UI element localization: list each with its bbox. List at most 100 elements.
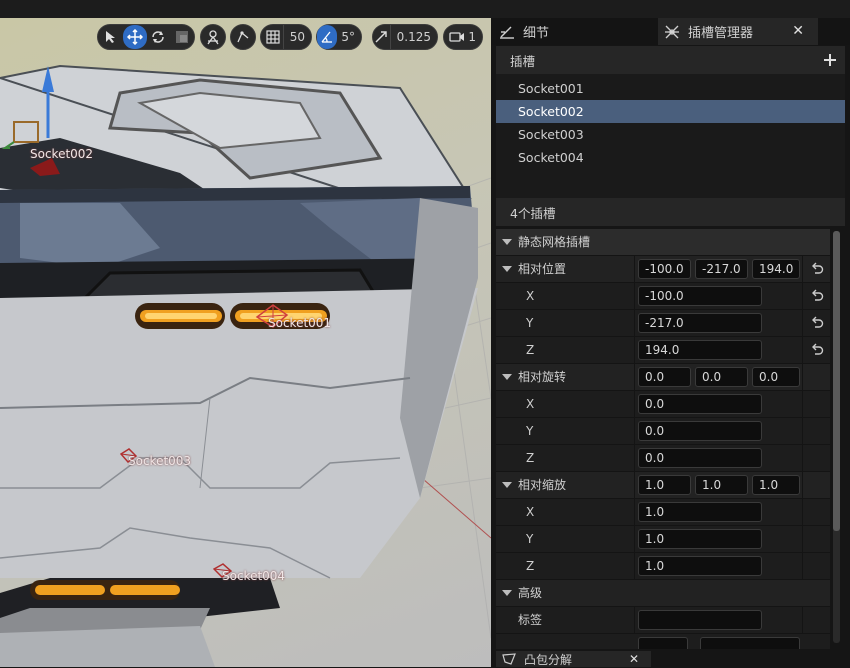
socket002-label: Socket002	[30, 147, 94, 161]
scale-snap-value[interactable]: 0.125	[391, 30, 437, 44]
category-advanced[interactable]: 高级	[496, 580, 830, 607]
location-x-row: X -100.0	[496, 283, 830, 310]
reset-arrow-icon[interactable]	[810, 316, 824, 330]
axis-x-label: X	[526, 289, 535, 303]
socket-manager-icon	[664, 25, 680, 39]
axis-x-label: X	[526, 505, 535, 519]
scale-x-input[interactable]: 1.0	[638, 475, 691, 495]
rotation-y-field[interactable]: 0.0	[638, 421, 762, 441]
socket-list-item[interactable]: Socket004	[496, 146, 845, 169]
socket-list-item[interactable]: Socket003	[496, 123, 845, 146]
panel-tabs: 细节 插槽管理器 ✕	[491, 18, 850, 45]
scale-z-input[interactable]: 1.0	[752, 475, 800, 495]
translate-icon[interactable]	[122, 25, 147, 49]
rotation-z-input[interactable]: 0.0	[752, 367, 800, 387]
tag-label: 标签	[518, 613, 543, 627]
details-pencil-icon	[499, 25, 515, 39]
tab-details[interactable]: 细节	[499, 18, 649, 45]
property-relative-location: 相对位置 -100.0 -217.0 194.0	[496, 256, 830, 283]
convex-decomposition-label: 凸包分解	[524, 652, 573, 667]
socket003-label: Socket003	[128, 454, 192, 468]
details-properties: 静态网格插槽 相对位置 -100.0 -217.0 194.0 X -100.0…	[496, 229, 830, 649]
close-icon[interactable]: ✕	[792, 23, 804, 39]
scale-icon[interactable]	[170, 25, 194, 49]
reset-arrow-icon[interactable]	[810, 262, 824, 276]
location-z-field[interactable]: 194.0	[638, 340, 762, 360]
scale-z-field[interactable]: 1.0	[638, 556, 762, 576]
property-relative-scale: 相对缩放 1.0 1.0 1.0	[496, 472, 830, 499]
sockets-header: 插槽	[496, 46, 845, 74]
reset-arrow-icon[interactable]	[810, 289, 824, 303]
socket-list-item[interactable]: Socket001	[496, 77, 845, 100]
location-y-row: Y -217.0	[496, 310, 830, 337]
scale-snap-control[interactable]: 0.125	[372, 24, 438, 50]
axis-y-label: Y	[526, 424, 534, 438]
scale-y-input[interactable]: 1.0	[695, 475, 748, 495]
add-icon[interactable]	[823, 53, 837, 67]
rotation-snap-control[interactable]: 5°	[316, 24, 362, 50]
surface-snap-toggle[interactable]	[230, 24, 256, 50]
rotation-z-row: Z 0.0	[496, 445, 830, 472]
rotation-snap-icon	[317, 25, 338, 49]
location-z-row: Z 194.0	[496, 337, 830, 364]
expand-arrow-icon[interactable]	[502, 266, 512, 272]
rotation-z-field[interactable]: 0.0	[638, 448, 762, 468]
relative-location-label: 相对位置	[518, 262, 567, 276]
scale-y-row: Y 1.0	[496, 526, 830, 553]
details-scrollbar-thumb[interactable]	[833, 231, 840, 531]
grid-snap-icon	[263, 25, 283, 49]
tab-details-label: 细节	[523, 26, 550, 41]
camera-speed-control[interactable]: 1	[443, 24, 483, 50]
rotation-x-row: X 0.0	[496, 391, 830, 418]
tab-convex-decomposition[interactable]: 凸包分解 ✕	[496, 651, 651, 667]
location-z-input[interactable]: 194.0	[752, 259, 800, 279]
grid-snap-control[interactable]: 50	[260, 24, 312, 50]
select-icon[interactable]	[99, 25, 123, 49]
partial-row	[496, 634, 830, 649]
grid-snap-value[interactable]: 50	[284, 30, 311, 44]
expand-arrow-icon[interactable]	[502, 374, 512, 380]
convex-decomposition-icon	[502, 653, 516, 665]
camera-speed-value[interactable]: 1	[466, 30, 482, 44]
axis-z-label: Z	[526, 451, 535, 465]
camera-speed-icon	[448, 25, 466, 49]
partial-input-1[interactable]	[638, 637, 688, 649]
partial-input-2[interactable]	[700, 637, 800, 649]
location-y-field[interactable]: -217.0	[638, 313, 762, 333]
rotation-x-field[interactable]: 0.0	[638, 394, 762, 414]
expand-arrow-icon	[502, 590, 512, 596]
relative-scale-label: 相对缩放	[518, 478, 567, 492]
rotate-icon[interactable]	[147, 25, 171, 49]
side-panel: 细节 插槽管理器 ✕ 插槽 Socket001 Socket002 Socket00…	[491, 18, 850, 667]
rotation-snap-value[interactable]: 5°	[337, 30, 361, 44]
sockets-header-label: 插槽	[510, 53, 536, 69]
category-label: 静态网格插槽	[518, 235, 591, 249]
advanced-label: 高级	[518, 586, 543, 600]
location-x-input[interactable]: -100.0	[638, 259, 691, 279]
viewport[interactable]: 50 5° 0.125 1 Socket001 Socket002 Socket…	[0, 18, 491, 667]
reset-arrow-icon[interactable]	[810, 343, 824, 357]
rotation-y-input[interactable]: 0.0	[695, 367, 748, 387]
axis-y-label: Y	[526, 316, 534, 330]
close-icon[interactable]: ✕	[629, 652, 639, 666]
tab-socket-manager[interactable]: 插槽管理器 ✕	[658, 18, 818, 45]
tag-input[interactable]	[638, 610, 762, 630]
socket-list-item[interactable]: Socket002	[496, 100, 845, 123]
local-space-icon	[201, 25, 225, 49]
scale-snap-icon	[373, 25, 390, 49]
scale-x-field[interactable]: 1.0	[638, 502, 762, 522]
expand-arrow-icon[interactable]	[502, 482, 512, 488]
property-relative-rotation: 相对旋转 0.0 0.0 0.0	[496, 364, 830, 391]
location-y-input[interactable]: -217.0	[695, 259, 748, 279]
scale-y-field[interactable]: 1.0	[638, 529, 762, 549]
tag-row: 标签	[496, 607, 830, 634]
rotation-x-input[interactable]: 0.0	[638, 367, 691, 387]
scale-z-row: Z 1.0	[496, 553, 830, 580]
local-space-toggle[interactable]	[200, 24, 226, 50]
category-static-mesh-socket[interactable]: 静态网格插槽	[496, 229, 830, 256]
axis-z-label: Z	[526, 559, 535, 573]
sockets-count: 4个插槽	[496, 198, 845, 226]
relative-rotation-label: 相对旋转	[518, 370, 567, 384]
sockets-list: Socket001 Socket002 Socket003 Socket004	[496, 74, 845, 198]
location-x-field[interactable]: -100.0	[638, 286, 762, 306]
